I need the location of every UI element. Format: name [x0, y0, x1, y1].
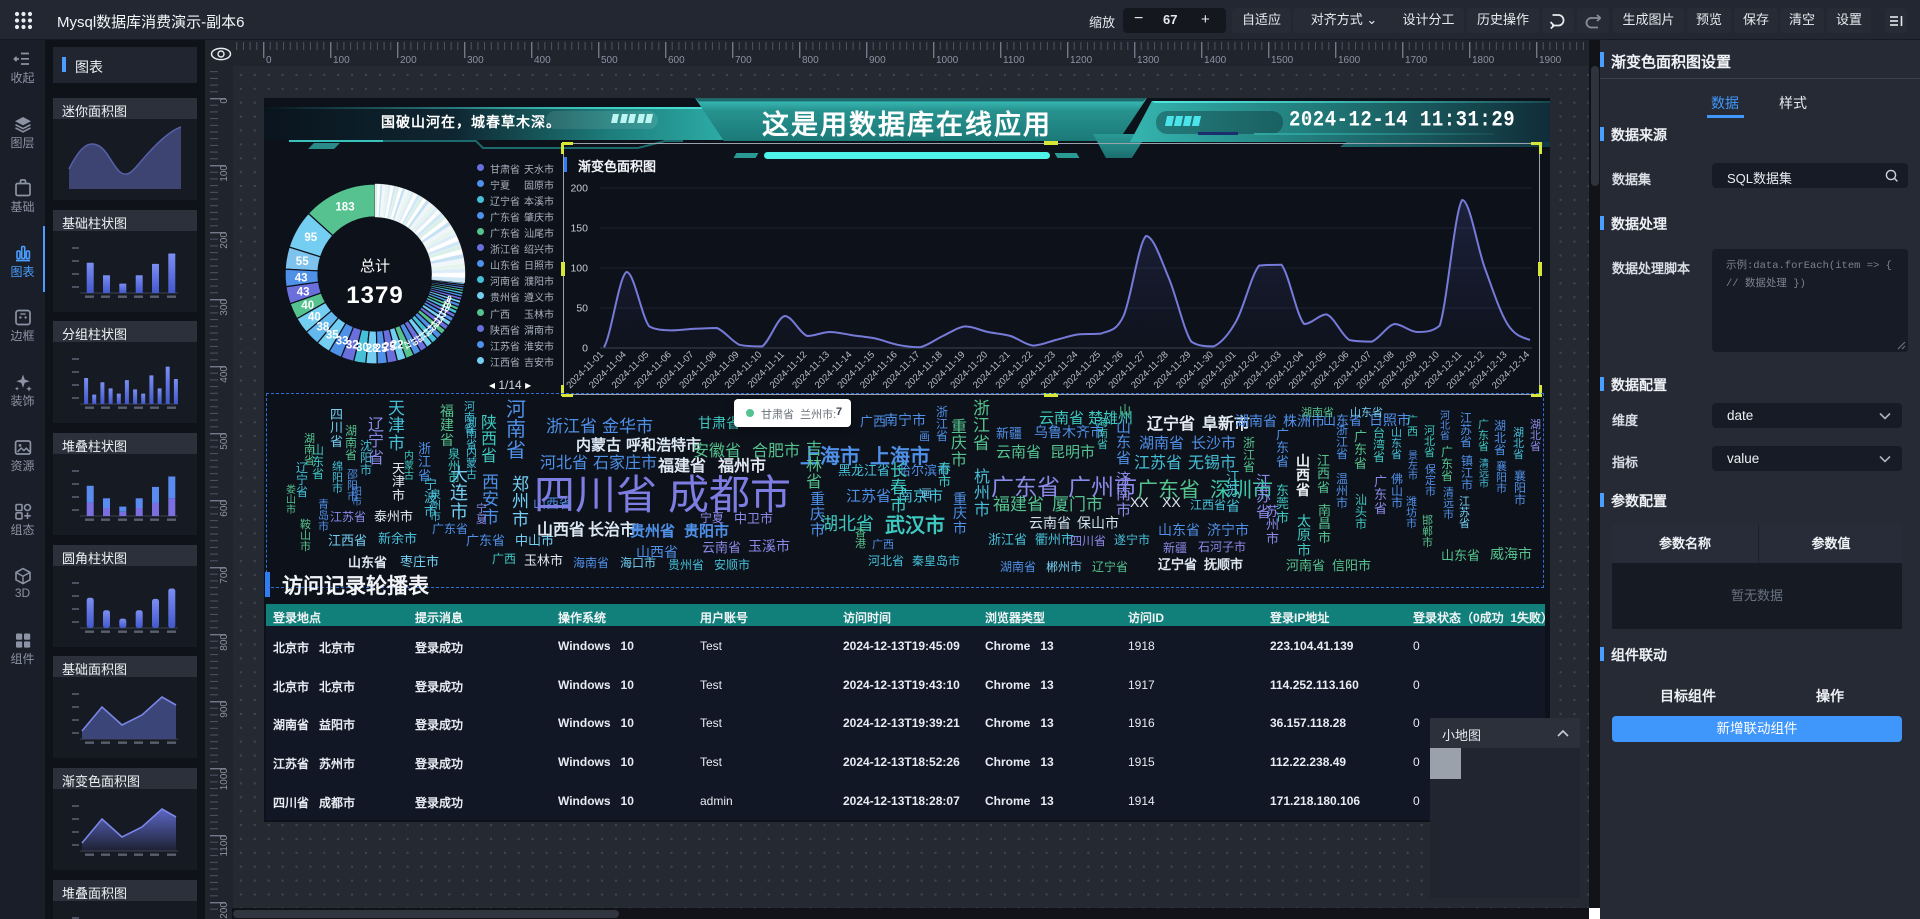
- svg-text:183: 183: [335, 201, 354, 213]
- svg-text:700: 700: [735, 55, 752, 66]
- svg-text:1100: 1100: [1003, 55, 1025, 66]
- svg-text:600: 600: [219, 500, 230, 517]
- svg-text:800: 800: [802, 55, 819, 66]
- svg-text:1200: 1200: [219, 902, 230, 919]
- svg-text:1600: 1600: [1338, 55, 1361, 66]
- svg-text:40: 40: [301, 300, 314, 312]
- svg-text:400: 400: [219, 366, 230, 383]
- svg-text:43: 43: [295, 272, 308, 284]
- svg-text:1100: 1100: [219, 835, 230, 857]
- svg-text:55: 55: [296, 256, 309, 268]
- svg-text:700: 700: [219, 567, 230, 584]
- svg-text:1400: 1400: [1204, 55, 1227, 66]
- svg-text:400: 400: [534, 55, 551, 66]
- svg-text:43: 43: [297, 287, 310, 299]
- svg-text:300: 300: [467, 55, 484, 66]
- svg-text:0: 0: [582, 343, 588, 355]
- svg-text:0: 0: [266, 55, 272, 66]
- svg-text:1800: 1800: [1472, 55, 1495, 66]
- svg-text:1500: 1500: [1271, 55, 1294, 66]
- svg-text:800: 800: [219, 634, 230, 651]
- svg-text:1000: 1000: [936, 55, 959, 66]
- svg-text:1900: 1900: [1539, 55, 1562, 66]
- svg-text:500: 500: [219, 433, 230, 450]
- svg-text:100: 100: [333, 55, 350, 66]
- svg-text:22: 22: [391, 340, 404, 352]
- svg-text:1300: 1300: [1137, 55, 1160, 66]
- svg-text:150: 150: [570, 223, 588, 235]
- svg-text:200: 200: [400, 55, 417, 66]
- svg-text:0: 0: [219, 98, 230, 104]
- svg-text:300: 300: [219, 299, 230, 316]
- svg-text:100: 100: [570, 263, 588, 275]
- svg-text:200: 200: [570, 183, 588, 195]
- svg-text:900: 900: [219, 701, 230, 718]
- svg-text:600: 600: [668, 55, 685, 66]
- svg-text:1200: 1200: [1070, 55, 1093, 66]
- svg-text:200: 200: [219, 232, 230, 249]
- svg-text:50: 50: [576, 303, 588, 315]
- svg-text:500: 500: [601, 55, 618, 66]
- svg-text:95: 95: [304, 232, 317, 244]
- svg-text:1000: 1000: [219, 768, 230, 791]
- svg-text:100: 100: [219, 165, 230, 182]
- svg-text:1700: 1700: [1405, 55, 1428, 66]
- svg-text:900: 900: [869, 55, 886, 66]
